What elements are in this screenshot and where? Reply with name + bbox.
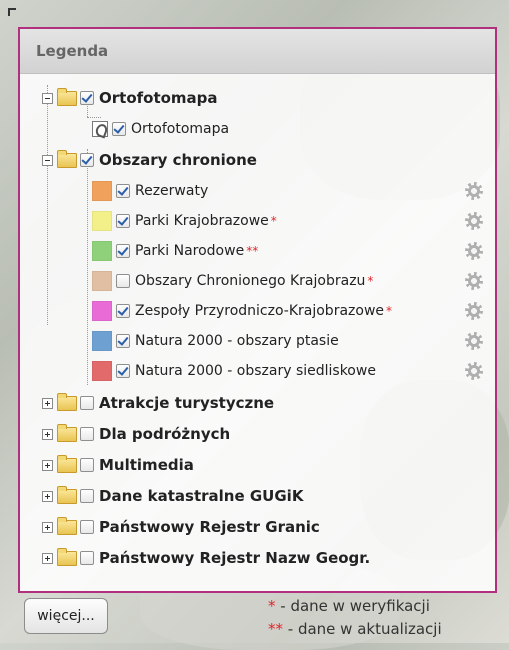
- tree-group-dane-katastralne[interactable]: Dane katastralne GUGiK: [42, 483, 303, 509]
- group-label: Ortofotomapa: [99, 89, 218, 107]
- collapse-toggle-icon[interactable]: [42, 92, 53, 104]
- tree-group-rejestr-granic[interactable]: Państwowy Rejestr Granic: [42, 514, 320, 540]
- group-label: Obszary chronione: [99, 151, 257, 169]
- group-label: Dla podróżnych: [99, 425, 231, 443]
- folder-icon: [57, 454, 77, 473]
- tree-item-parki-krajobrazowe[interactable]: Parki Krajobrazowe *: [92, 208, 492, 234]
- update-note-marker: **: [268, 620, 283, 638]
- expand-toggle-icon[interactable]: [42, 428, 53, 440]
- layer-checkbox[interactable]: [80, 91, 94, 105]
- legend-swatch: [92, 331, 112, 351]
- tree-group-atrakcje-turystyczne[interactable]: Atrakcje turystyczne: [42, 390, 274, 416]
- layer-checkbox[interactable]: [80, 458, 94, 472]
- layer-checkbox[interactable]: [80, 489, 94, 503]
- item-label: Natura 2000 - obszary ptasie: [135, 333, 339, 349]
- item-label: Zespoły Przyrodniczo-Krajobrazowe: [135, 303, 385, 319]
- tree-group-multimedia[interactable]: Multimedia: [42, 452, 194, 478]
- item-label: Rezerwaty: [135, 183, 209, 199]
- item-label: Obszary Chronionego Krajobrazu: [135, 273, 366, 289]
- legend-swatch: [92, 271, 112, 291]
- item-label: Natura 2000 - obszary siedliskowe: [135, 363, 376, 379]
- layer-checkbox[interactable]: [116, 274, 130, 288]
- layer-settings-gear-icon[interactable]: [465, 362, 483, 380]
- verification-note-text: - dane w weryfikacji: [275, 597, 430, 615]
- layer-settings-gear-icon[interactable]: [465, 242, 483, 260]
- legend-swatch: [92, 301, 112, 321]
- tree-connector: [47, 85, 48, 325]
- layer-settings-gear-icon[interactable]: [465, 332, 483, 350]
- tree-item-natura-siedliskowe[interactable]: Natura 2000 - obszary siedliskowe: [92, 358, 492, 384]
- raster-layer-icon: [92, 121, 108, 137]
- legend-swatch: [92, 241, 112, 261]
- tree-item-parki-narodowe[interactable]: Parki Narodowe **: [92, 238, 492, 264]
- tree-item-rezerwaty[interactable]: Rezerwaty: [92, 178, 492, 204]
- legend-swatch: [92, 181, 112, 201]
- tree-connector: [87, 149, 88, 385]
- folder-icon: [57, 392, 77, 411]
- legend-title: Legenda: [20, 29, 495, 74]
- tree-group-rejestr-nazw[interactable]: Państwowy Rejestr Nazw Geogr.: [42, 545, 370, 571]
- expand-toggle-icon[interactable]: [42, 552, 53, 564]
- tree-item-ortofotomapa[interactable]: Ortofotomapa: [92, 116, 229, 142]
- expand-toggle-icon[interactable]: [42, 521, 53, 533]
- item-label: Ortofotomapa: [131, 121, 230, 137]
- layer-settings-gear-icon[interactable]: [465, 302, 483, 320]
- legend-panel: Legenda Ortofotomapa Ortofotomapa Obszar…: [18, 27, 497, 593]
- layer-checkbox[interactable]: [116, 304, 130, 318]
- layer-checkbox[interactable]: [80, 427, 94, 441]
- group-label: Państwowy Rejestr Granic: [99, 518, 320, 536]
- more-button[interactable]: więcej...: [24, 598, 108, 634]
- layer-checkbox[interactable]: [116, 334, 130, 348]
- layer-checkbox[interactable]: [80, 520, 94, 534]
- verification-note: * - dane w weryfikacji: [268, 597, 430, 615]
- layer-checkbox[interactable]: [116, 184, 130, 198]
- folder-icon: [57, 423, 77, 442]
- legend-swatch: [92, 211, 112, 231]
- item-label: Parki Narodowe: [135, 243, 245, 259]
- collapse-toggle-icon[interactable]: [42, 154, 53, 166]
- tree-item-zespoly-przyrodniczo-krajobrazowe[interactable]: Zespoły Przyrodniczo-Krajobrazowe *: [92, 298, 492, 324]
- layer-checkbox[interactable]: [116, 244, 130, 258]
- verification-note-marker: *: [268, 597, 276, 615]
- tree-group-obszary-chronione[interactable]: Obszary chronione: [42, 147, 257, 173]
- tree-group-ortofotomapa[interactable]: Ortofotomapa: [42, 85, 218, 111]
- legend-swatch: [92, 361, 112, 381]
- group-label: Dane katastralne GUGiK: [99, 487, 304, 505]
- folder-icon: [57, 485, 77, 504]
- expand-toggle-icon[interactable]: [42, 459, 53, 471]
- layer-checkbox[interactable]: [80, 551, 94, 565]
- update-note: ** - dane w aktualizacji: [268, 620, 442, 638]
- expand-toggle-icon[interactable]: [42, 397, 53, 409]
- tree-item-obszary-chronionego-krajobrazu[interactable]: Obszary Chronionego Krajobrazu *: [92, 268, 492, 294]
- corner-mark: [8, 8, 16, 16]
- folder-icon: [57, 547, 77, 566]
- item-label: Parki Krajobrazowe: [135, 213, 269, 229]
- tree-group-dla-podroznych[interactable]: Dla podróżnych: [42, 421, 230, 447]
- layer-checkbox[interactable]: [116, 364, 130, 378]
- group-label: Państwowy Rejestr Nazw Geogr.: [99, 549, 371, 567]
- group-label: Atrakcje turystyczne: [99, 394, 275, 412]
- expand-toggle-icon[interactable]: [42, 490, 53, 502]
- layer-checkbox[interactable]: [112, 122, 126, 136]
- layer-checkbox[interactable]: [80, 153, 94, 167]
- layer-checkbox[interactable]: [80, 396, 94, 410]
- layer-settings-gear-icon[interactable]: [465, 212, 483, 230]
- folder-open-icon: [57, 87, 77, 106]
- folder-open-icon: [57, 149, 77, 168]
- layer-settings-gear-icon[interactable]: [465, 182, 483, 200]
- layer-settings-gear-icon[interactable]: [465, 272, 483, 290]
- tree-item-natura-ptasie[interactable]: Natura 2000 - obszary ptasie: [92, 328, 492, 354]
- folder-icon: [57, 516, 77, 535]
- update-note-text: - dane w aktualizacji: [283, 620, 442, 638]
- layer-checkbox[interactable]: [116, 214, 130, 228]
- group-label: Multimedia: [99, 456, 194, 474]
